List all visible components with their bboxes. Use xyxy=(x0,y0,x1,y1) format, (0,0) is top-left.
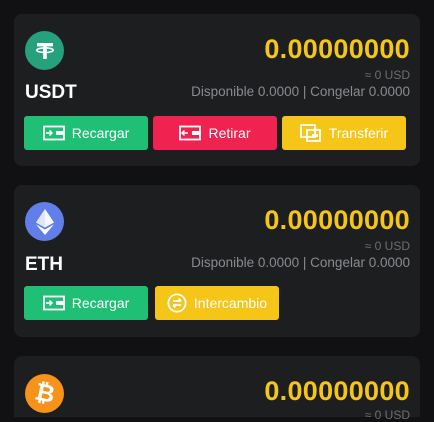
transfer-button[interactable]: Transferir xyxy=(282,116,406,150)
transfer-label: Transferir xyxy=(328,125,389,141)
ethereum-icon xyxy=(25,202,64,241)
coin-balance: 0.00000000 xyxy=(264,205,410,235)
recharge-label: Recargar xyxy=(71,125,130,141)
recharge-button[interactable]: Recargar xyxy=(24,116,148,150)
coin-symbol: USDT xyxy=(25,82,77,103)
exchange-label: Intercambio xyxy=(193,295,268,311)
withdraw-label: Retirar xyxy=(208,125,251,141)
coin-balance: 0.00000000 xyxy=(264,34,410,64)
exchange-icon xyxy=(167,293,187,313)
wallet-card-usdt: USDT 0.00000000 ≈ 0 USD Disponible 0.000… xyxy=(14,14,420,166)
recharge-label: Recargar xyxy=(71,295,130,311)
usd-value: ≈ 0 USD xyxy=(364,68,410,82)
wallet-in-icon xyxy=(42,125,65,141)
tether-icon xyxy=(25,31,64,70)
wallet-in-icon xyxy=(42,295,65,311)
coin-balance: 0.00000000 xyxy=(264,376,410,406)
wallet-card-eth: ETH 0.00000000 ≈ 0 USD Disponible 0.0000… xyxy=(14,185,420,337)
exchange-button[interactable]: Intercambio xyxy=(155,286,279,320)
usd-value: ≈ 0 USD xyxy=(364,239,410,253)
usd-value: ≈ 0 USD xyxy=(364,408,410,422)
bitcoin-icon: ₿ xyxy=(25,374,64,413)
transfer-icon xyxy=(299,124,322,142)
coin-symbol: ETH xyxy=(25,254,63,275)
withdraw-button[interactable]: Retirar xyxy=(153,116,277,150)
available-frozen: Disponible 0.0000 | Congelar 0.0000 xyxy=(191,255,410,270)
available-frozen: Disponible 0.0000 | Congelar 0.0000 xyxy=(191,84,410,99)
recharge-button[interactable]: Recargar xyxy=(24,286,148,320)
wallet-out-icon xyxy=(179,125,202,141)
wallet-card-btc: ₿ 0.00000000 ≈ 0 USD xyxy=(14,356,420,422)
